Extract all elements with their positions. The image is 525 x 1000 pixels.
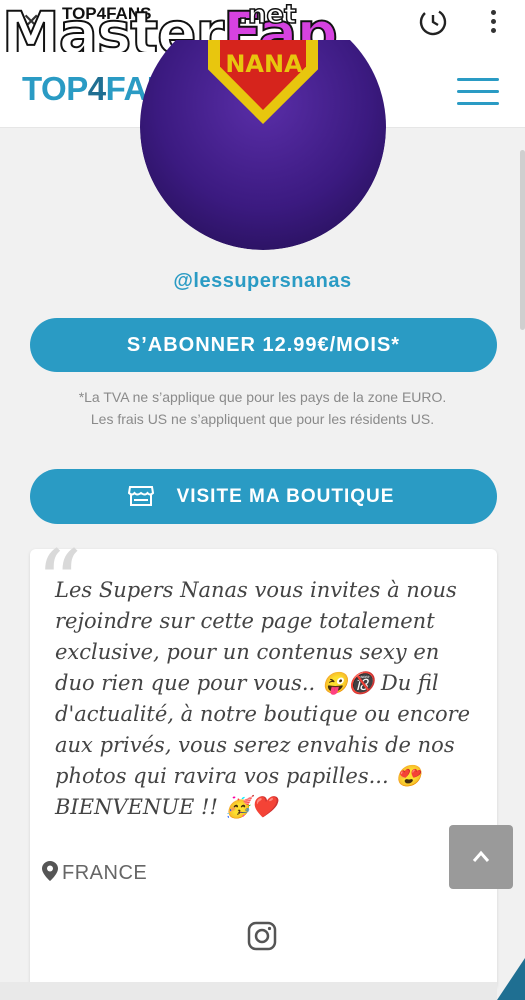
visit-shop-button[interactable]: VISITE MA BOUTIQUE xyxy=(30,469,497,524)
chevron-up-icon xyxy=(472,850,490,862)
logo-text-1: TOP xyxy=(22,70,88,107)
avatar-text: NANA xyxy=(225,50,303,78)
watermark-suffix: .net xyxy=(237,0,297,31)
map-pin-icon xyxy=(42,861,58,881)
visit-shop-label: VISITE MA BOUTIQUE xyxy=(176,486,395,507)
tva-note-line-2: Les frais US ne s’appliquent que pour le… xyxy=(90,411,435,427)
scrollbar-thumb[interactable] xyxy=(520,150,525,330)
instagram-icon[interactable] xyxy=(247,921,277,951)
location-text: FRANCE xyxy=(62,862,148,884)
tva-note-line-1: *La TVA ne s’applique que pour les pays … xyxy=(78,389,447,405)
profile-username: @lessupersnanas xyxy=(173,270,352,292)
subscribe-button[interactable]: S’ABONNER 12.99€/MOIS* xyxy=(30,318,497,372)
store-icon xyxy=(128,486,154,506)
bottom-edge xyxy=(0,982,497,1000)
bio-card: “ Les Supers Nanas vous invites à nous r… xyxy=(30,539,497,989)
kebab-menu-icon[interactable] xyxy=(490,10,498,34)
location: FRANCE xyxy=(42,861,147,885)
logo-text-2: 4 xyxy=(87,70,106,107)
corner-badge xyxy=(497,958,525,1000)
history-icon[interactable] xyxy=(418,7,448,37)
hamburger-icon[interactable] xyxy=(457,78,499,106)
tva-note: *La TVA ne s’applique que pour les pays … xyxy=(0,386,525,430)
bio-text: Les Supers Nanas vous invites à nous rej… xyxy=(55,578,471,819)
avatar: NANA xyxy=(140,40,386,250)
scroll-to-top-button[interactable] xyxy=(449,825,513,889)
